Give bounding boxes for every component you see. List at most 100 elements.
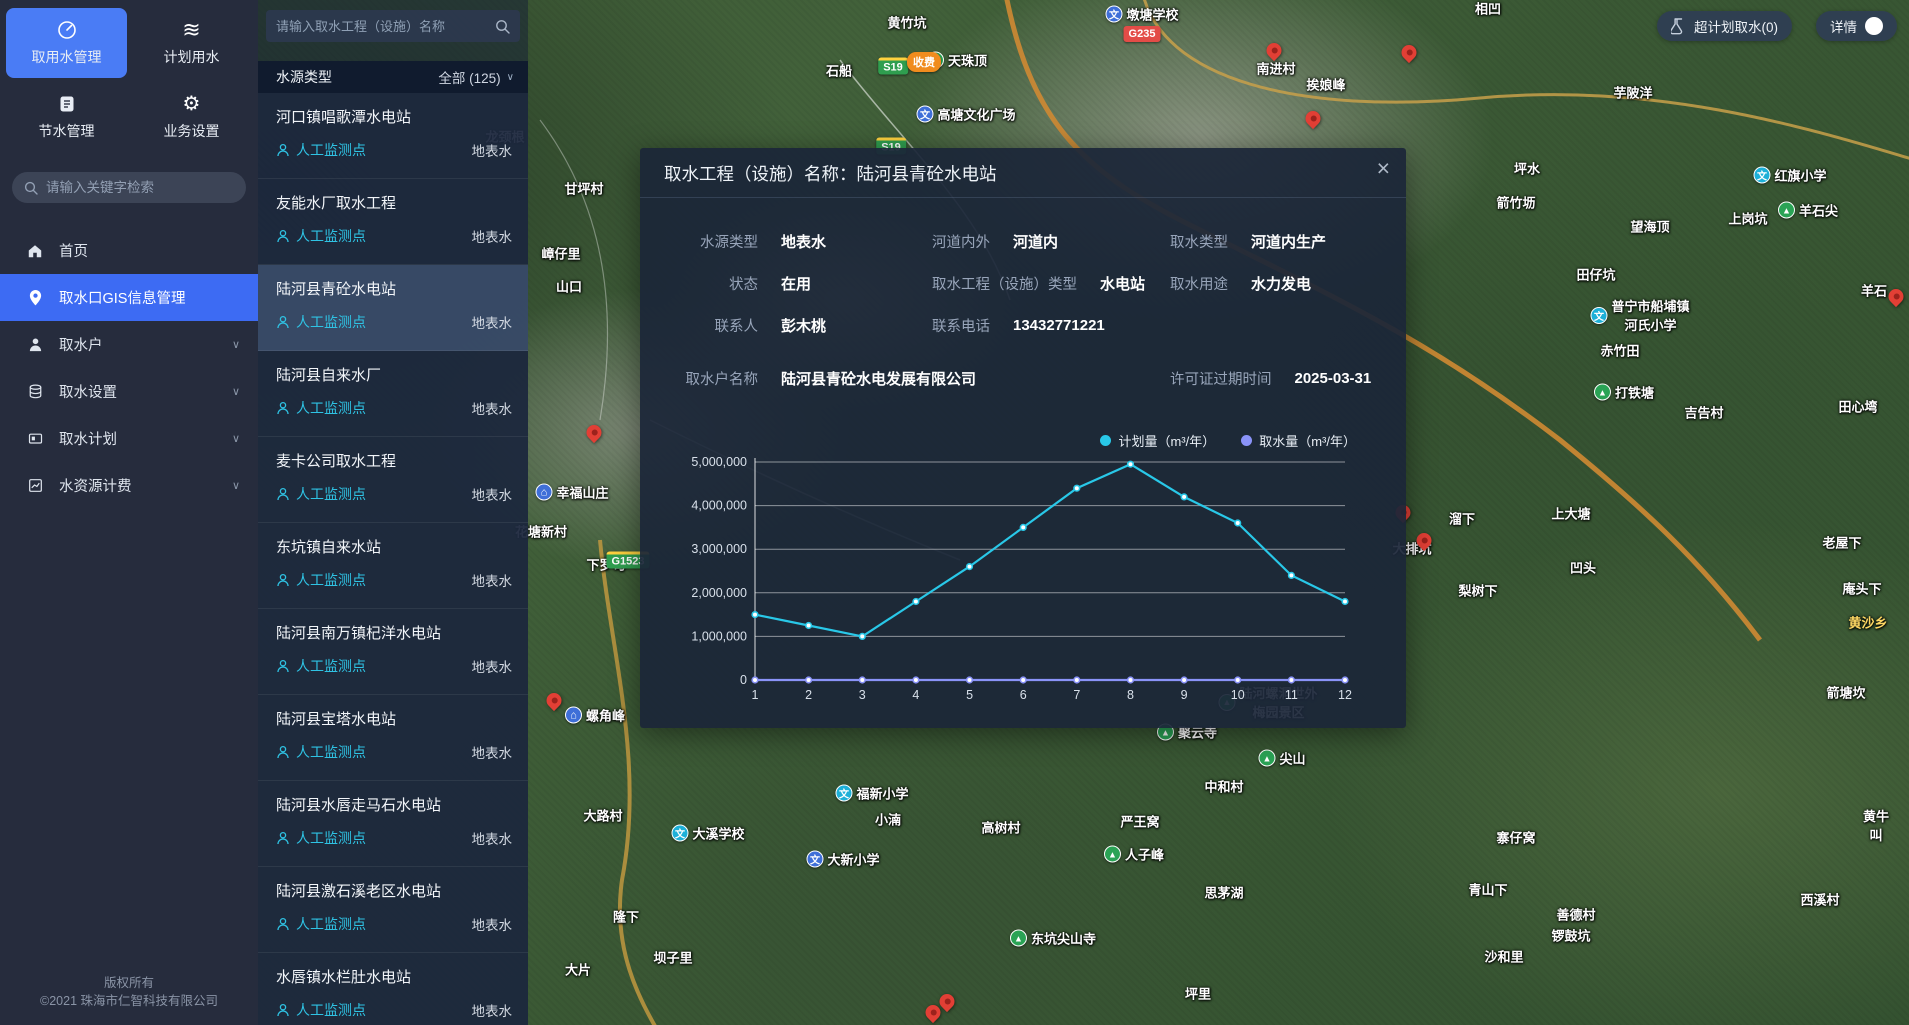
station-list-item[interactable]: 陆河县自来水厂 人工监测点 地表水 [258,351,528,437]
station-detail-modal: 取水工程（设施）名称：陆河县青砼水电站 × 水源类型地表水河道内外河道内取水类型… [640,148,1406,728]
person-icon [276,1003,290,1017]
detail-field: 许可证过期时间2025-03-31 [1170,368,1382,389]
map-label: G235 [1124,26,1161,42]
water-meter-icon [57,19,77,41]
monitor-type: 人工监测点 [296,398,366,418]
sidebar-search[interactable] [12,172,246,203]
map-label: 石船 [826,61,852,80]
toggle-knob-icon[interactable] [1865,17,1883,35]
field-value: 13432771221 [1013,317,1105,334]
map-label: 锣鼓坑 [1551,926,1590,945]
map-marker-pin[interactable] [1398,42,1419,63]
sidebar-menu-item[interactable]: 首页 [0,227,258,274]
sidebar-search-input[interactable] [46,180,234,195]
station-list-item[interactable]: 麦卡公司取水工程 人工监测点 地表水 [258,437,528,523]
station-list-item[interactable]: 东坑镇自来水站 人工监测点 地表水 [258,523,528,609]
legend-label: 计划量（m³/年） [1118,431,1215,450]
map-poi-icon [565,707,582,724]
station-list-item[interactable]: 陆河县激石溪老区水电站 人工监测点 地表水 [258,867,528,953]
map-label: 红旗小学 [1753,166,1826,185]
module-button[interactable]: 节水管理 [6,82,127,152]
map-marker-pin[interactable] [1302,108,1323,129]
water-source: 地表水 [472,226,513,246]
water-source: 地表水 [472,570,513,590]
module-button[interactable]: 取用水管理 [6,8,127,78]
map-poi-icon [1590,307,1607,324]
search-icon[interactable] [495,19,510,34]
water-source: 地表水 [472,140,513,160]
field-value: 水电站 [1100,273,1145,294]
map-label: 溜下 [1449,509,1475,528]
monitor-type: 人工监测点 [296,484,366,504]
sidebar-menu-item[interactable]: 取水设置 ∨ [0,368,258,415]
svg-text:12: 12 [1338,688,1352,702]
legend-dot-icon [1100,435,1111,446]
waves-icon: ≋ [182,19,200,41]
sidebar-menu-item[interactable]: 取水口GIS信息管理 [0,274,258,321]
monitor-type: 人工监测点 [296,828,366,848]
field-label: 联系电话 [932,315,990,336]
svg-text:0: 0 [740,673,747,687]
sidebar-menu-item[interactable]: 取水户 ∨ [0,321,258,368]
map-poi-icon [1105,6,1122,23]
map-label: 南进村 [1256,59,1295,78]
module-label: 业务设置 [164,121,220,141]
station-search[interactable] [266,10,520,42]
sidebar-menu-item[interactable]: 取水计划 ∨ [0,415,258,462]
map-label: 福新小学 [835,784,908,803]
svg-text:1,000,000: 1,000,000 [691,629,747,643]
station-name: 陆河县宝塔水电站 [276,708,512,729]
station-list-item[interactable]: 陆河县南万镇杞洋水电站 人工监测点 地表水 [258,609,528,695]
svg-text:7: 7 [1073,688,1080,702]
source-type-filter[interactable]: 全部 (125) ∨ [438,67,514,87]
module-button[interactable]: ⚙ 业务设置 [131,82,252,152]
station-name: 友能水厂取水工程 [276,192,512,213]
station-list-item[interactable]: 友能水厂取水工程 人工监测点 地表水 [258,179,528,265]
module-button[interactable]: ≋ 计划用水 [131,8,252,78]
detail-toggle[interactable]: 详情 [1816,11,1897,41]
map-marker-pin[interactable] [583,422,604,443]
field-value: 地表水 [781,231,826,252]
station-list-item[interactable]: 水唇镇水栏肚水电站 人工监测点 地表水 [258,953,528,1025]
field-label: 状态 [680,273,758,294]
person-icon [276,659,290,673]
menu-item-label: 首页 [59,240,88,261]
station-list-item[interactable]: 河口镇唱歌潭水电站 人工监测点 地表水 [258,93,528,179]
svg-text:3,000,000: 3,000,000 [691,542,747,556]
map-label: 大溪学校 [671,824,744,843]
station-name: 陆河县青砼水电站 [276,278,512,299]
map-marker-pin[interactable] [1885,286,1906,307]
station-list-item[interactable]: 陆河县宝塔水电站 人工监测点 地表水 [258,695,528,781]
sidebar-menu-item[interactable]: 水资源计费 ∨ [0,462,258,509]
station-name: 麦卡公司取水工程 [276,450,512,471]
map-label: 大片 [565,960,591,979]
field-value: 2025-03-31 [1295,370,1372,387]
map-poi-icon [1010,930,1027,947]
map-label: 青山下 [1468,880,1507,899]
water-source: 地表水 [472,484,513,504]
map-label: 东坑尖山寺 [1010,929,1096,948]
map-poi-icon [1104,846,1121,863]
menu-item-label: 取水户 [59,334,103,355]
map-poi-icon [916,106,933,123]
over-plan-alert-button[interactable]: 超计划取水(0) [1657,11,1792,41]
station-list-item[interactable]: 陆河县水唇走马石水电站 人工监测点 地表水 [258,781,528,867]
menu-item-label: 取水设置 [59,381,117,402]
db-icon [26,384,44,399]
map-label: 高塘文化广场 [916,105,1015,124]
sidebar-footer: 版权所有 ©2021 珠海市仁智科技有限公司 [0,974,258,1025]
map-label: 中和村 [1204,777,1243,796]
station-search-input[interactable] [276,19,495,34]
legend-dot-icon [1241,435,1252,446]
station-name: 东坑镇自来水站 [276,536,512,557]
station-list-item[interactable]: 陆河县青砼水电站 人工监测点 地表水 [258,265,528,351]
map-marker-pin[interactable] [543,690,564,711]
map-label: 普宁市船埔镇 河氏小学 [1590,296,1689,334]
close-icon[interactable]: × [1377,157,1390,180]
map-label: 沙和里 [1484,947,1523,966]
map-label: S19 [878,58,908,75]
water-source: 地表水 [472,1000,513,1020]
monitor-type: 人工监测点 [296,1000,366,1020]
usage-line-chart: 01,000,0002,000,0003,000,0004,000,0005,0… [670,454,1406,711]
svg-text:5: 5 [966,688,973,702]
